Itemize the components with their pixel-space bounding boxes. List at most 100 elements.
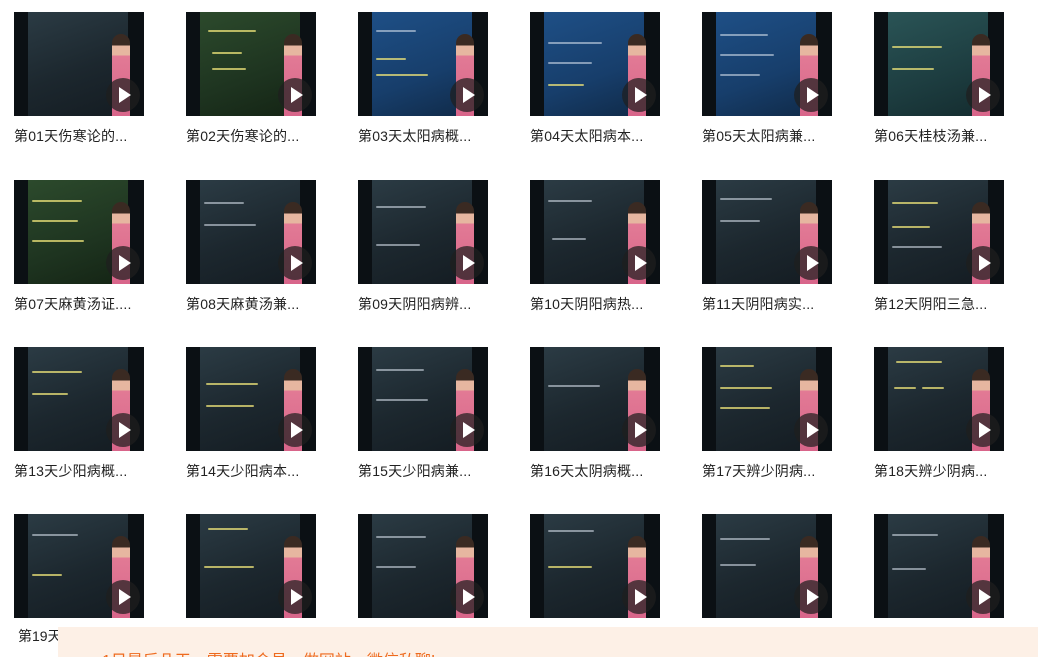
video-card[interactable]: 第11天阴阳病实... (702, 180, 874, 330)
play-icon[interactable] (106, 78, 140, 112)
play-icon[interactable] (278, 413, 312, 447)
video-thumbnail[interactable] (14, 12, 144, 116)
play-icon[interactable] (106, 413, 140, 447)
video-title[interactable]: 第04天太阳病本... (530, 126, 702, 146)
play-icon[interactable] (450, 413, 484, 447)
video-thumbnail[interactable] (702, 514, 832, 618)
video-title[interactable]: 第01天伤寒论的... (14, 126, 186, 146)
video-title[interactable]: 第17天辨少阴病... (702, 461, 874, 481)
video-card[interactable]: 第07天麻黄汤证.... (14, 180, 186, 330)
video-card[interactable]: 第09天阴阳病辨... (358, 180, 530, 330)
video-thumbnail[interactable] (530, 514, 660, 618)
play-icon[interactable] (278, 78, 312, 112)
slide-text-line (720, 365, 754, 367)
video-card[interactable]: 第17天辨少阴病... (702, 347, 874, 497)
video-thumbnail[interactable] (14, 347, 144, 451)
video-title[interactable]: 第10天阴阳病热... (530, 294, 702, 314)
video-card[interactable]: 第03天太阳病概... (358, 12, 530, 162)
video-thumbnail[interactable] (358, 514, 488, 618)
play-icon[interactable] (966, 580, 1000, 614)
video-thumbnail[interactable] (186, 347, 316, 451)
video-thumbnail[interactable] (874, 347, 1004, 451)
play-icon[interactable] (622, 78, 656, 112)
slide-text-line (32, 393, 68, 395)
video-card[interactable]: 第05天太阳病兼... (702, 12, 874, 162)
video-card[interactable]: 第04天太阳病本... (530, 12, 702, 162)
video-title[interactable]: 第16天太阴病概... (530, 461, 702, 481)
video-title[interactable]: 第12天阴阳三急... (874, 294, 1038, 314)
slide-text-line (376, 399, 428, 401)
video-title[interactable]: 第18天辨少阴病... (874, 461, 1038, 481)
video-thumbnail[interactable] (186, 180, 316, 284)
slide-text-line (376, 244, 420, 246)
video-thumbnail[interactable] (186, 12, 316, 116)
slide-text-line (212, 52, 242, 54)
play-icon[interactable] (450, 246, 484, 280)
video-title[interactable]: 第15天少阳病兼... (358, 461, 530, 481)
play-icon[interactable] (622, 580, 656, 614)
video-card[interactable]: 第12天阴阳三急... (874, 180, 1038, 330)
slide-text-line (720, 538, 770, 540)
video-thumbnail[interactable] (530, 12, 660, 116)
video-thumbnail[interactable] (186, 514, 316, 618)
video-card[interactable]: 第06天桂枝汤兼... (874, 12, 1038, 162)
video-thumbnail[interactable] (702, 347, 832, 451)
play-icon[interactable] (106, 580, 140, 614)
play-icon[interactable] (278, 580, 312, 614)
video-thumbnail[interactable] (874, 12, 1004, 116)
play-icon[interactable] (106, 246, 140, 280)
video-title[interactable]: 第07天麻黄汤证.... (14, 294, 186, 314)
video-card[interactable]: 第02天伤寒论的... (186, 12, 358, 162)
video-card[interactable]: 第14天少阳病本... (186, 347, 358, 497)
video-thumbnail[interactable] (874, 514, 1004, 618)
play-icon[interactable] (966, 246, 1000, 280)
slide-text-line (548, 566, 592, 568)
video-card[interactable]: 第01天伤寒论的... (14, 12, 186, 162)
play-icon[interactable] (966, 413, 1000, 447)
video-card[interactable]: 第13天少阳病概... (14, 347, 186, 497)
video-title[interactable]: 第03天太阳病概... (358, 126, 530, 146)
video-title[interactable]: 第19天 (18, 626, 62, 646)
video-thumbnail[interactable] (702, 180, 832, 284)
play-icon[interactable] (278, 246, 312, 280)
video-thumbnail[interactable] (702, 12, 832, 116)
slide-text-line (208, 30, 256, 32)
play-icon[interactable] (450, 78, 484, 112)
video-thumbnail[interactable] (14, 514, 144, 618)
video-thumbnail[interactable] (530, 180, 660, 284)
video-title[interactable]: 第09天阴阳病辨... (358, 294, 530, 314)
play-icon[interactable] (450, 580, 484, 614)
play-icon[interactable] (794, 413, 828, 447)
video-card[interactable]: 第08天麻黄汤兼... (186, 180, 358, 330)
play-icon[interactable] (794, 78, 828, 112)
video-title[interactable]: 第13天少阳病概... (14, 461, 186, 481)
video-card[interactable]: 第16天太阴病概... (530, 347, 702, 497)
video-thumbnail[interactable] (358, 347, 488, 451)
slide-text-line (892, 534, 938, 536)
video-card[interactable]: 第18天辨少阴病... (874, 347, 1038, 497)
slide-text-line (720, 407, 770, 409)
video-card[interactable]: 第10天阴阳病热... (530, 180, 702, 330)
play-icon[interactable] (622, 413, 656, 447)
play-icon[interactable] (622, 246, 656, 280)
video-title[interactable]: 第11天阴阳病实... (702, 294, 874, 314)
slide-text-line (720, 34, 768, 36)
video-card[interactable]: 第15天少阳病兼... (358, 347, 530, 497)
play-icon[interactable] (966, 78, 1000, 112)
play-icon[interactable] (794, 246, 828, 280)
video-thumbnail[interactable] (358, 12, 488, 116)
video-thumbnail[interactable] (530, 347, 660, 451)
video-thumbnail[interactable] (14, 180, 144, 284)
slide-text-line (892, 46, 942, 48)
video-title[interactable]: 第14天少阳病本... (186, 461, 358, 481)
video-title[interactable]: 第05天太阳病兼... (702, 126, 874, 146)
video-title[interactable]: 第06天桂枝汤兼... (874, 126, 1038, 146)
slide-text-line (204, 224, 256, 226)
video-thumbnail[interactable] (874, 180, 1004, 284)
video-thumbnail[interactable] (358, 180, 488, 284)
promo-banner[interactable]: 1日是后几天，需要加会员，做网站，微信私聊! (58, 627, 1038, 657)
video-title[interactable]: 第02天伤寒论的... (186, 126, 358, 146)
slide-text-line (376, 206, 426, 208)
play-icon[interactable] (794, 580, 828, 614)
video-title[interactable]: 第08天麻黄汤兼... (186, 294, 358, 314)
